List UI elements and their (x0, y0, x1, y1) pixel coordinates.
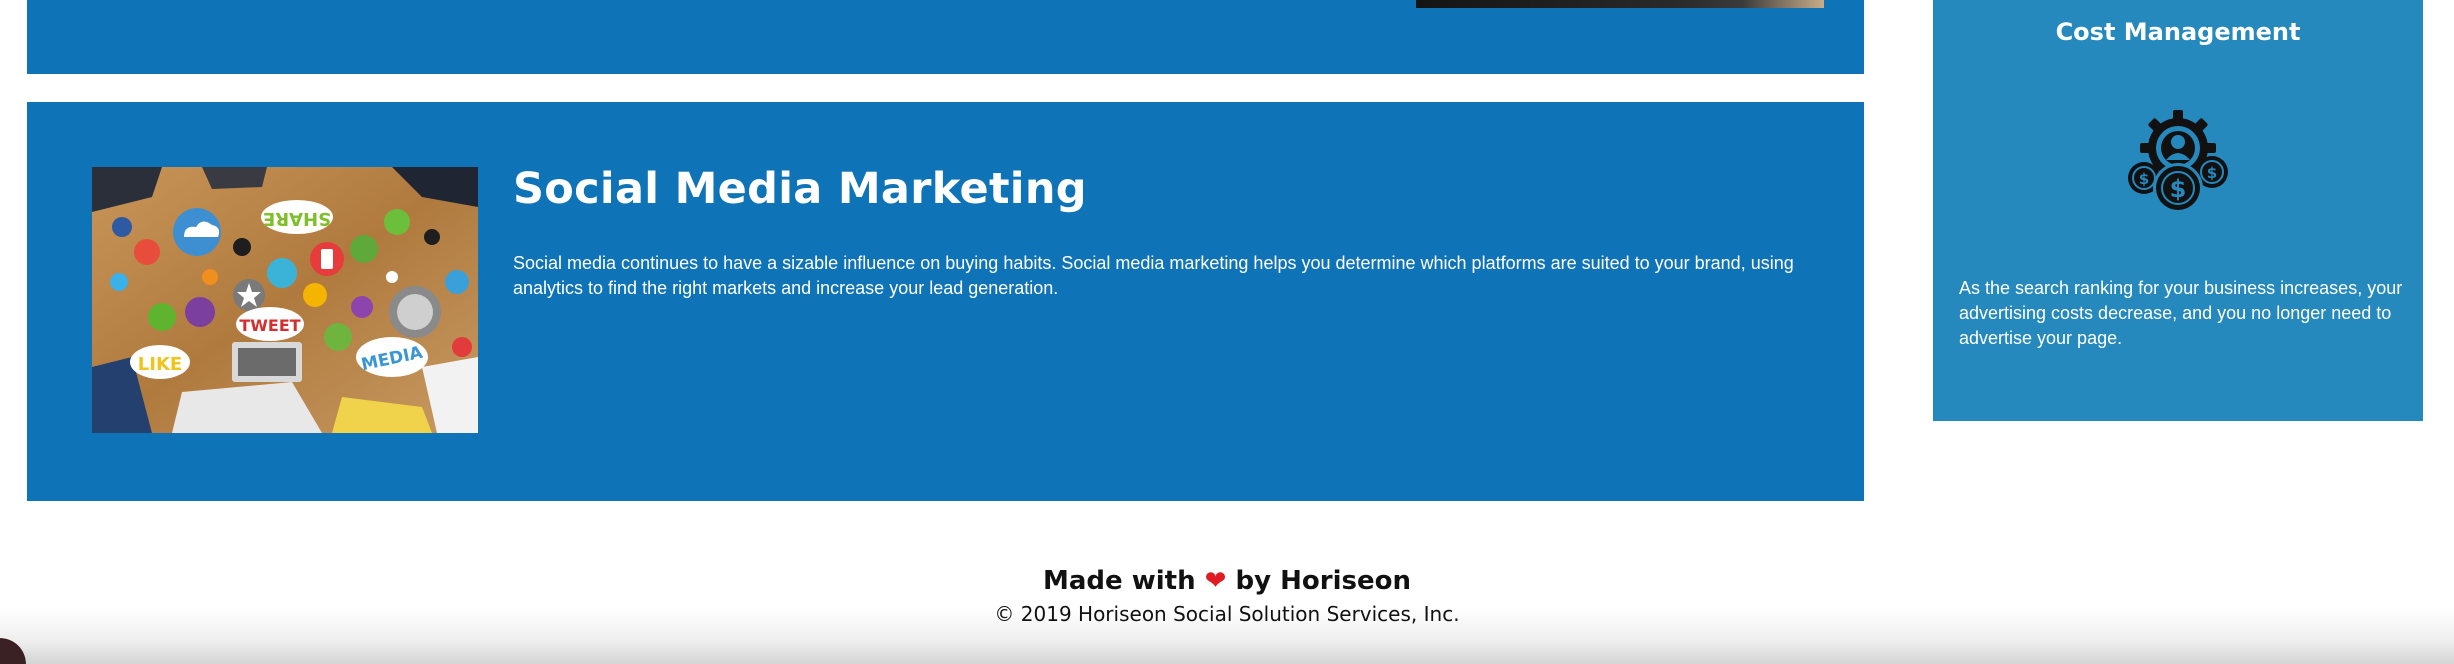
copyright-text: © 2019 Horiseon Social Solution Services… (994, 602, 1460, 626)
cost-management-card: Cost Management $ $ $ As the search rank… (1933, 0, 2423, 421)
tweet-bubble-text: TWEET (239, 316, 300, 335)
made-with-prefix: Made with (1043, 566, 1196, 596)
svg-text:$: $ (2170, 175, 2187, 203)
previous-content-section (27, 0, 1864, 74)
made-with-line: Made with ❤ by Horiseon (0, 566, 2454, 596)
like-bubble-text: LIKE (138, 354, 182, 375)
social-media-marketing-image: SHARE TWEET LIKE MEDIA (92, 167, 478, 433)
page: SHARE TWEET LIKE MEDIA Social Media Mark… (0, 0, 2454, 664)
card-title: Cost Management (2055, 18, 2301, 46)
svg-text:$: $ (2139, 170, 2149, 188)
section-title: Social Media Marketing (513, 164, 1087, 214)
section-description: Social media continues to have a sizable… (513, 253, 1794, 298)
window-corner-shadow (0, 630, 26, 664)
made-with-suffix: by Horiseon (1235, 566, 1411, 596)
site-footer: Made with ❤ by Horiseon © 2019 Horiseon … (0, 540, 2454, 664)
share-bubble-text: SHARE (263, 208, 331, 229)
social-media-marketing-section: SHARE TWEET LIKE MEDIA Social Media Mark… (27, 102, 1864, 501)
card-description: As the search ranking for your business … (1959, 278, 2403, 348)
previous-section-image (1416, 0, 1824, 8)
heart-icon: ❤ (1204, 566, 1227, 596)
cost-management-icon: $ $ $ (2126, 108, 2230, 216)
svg-text:$: $ (2207, 164, 2217, 182)
